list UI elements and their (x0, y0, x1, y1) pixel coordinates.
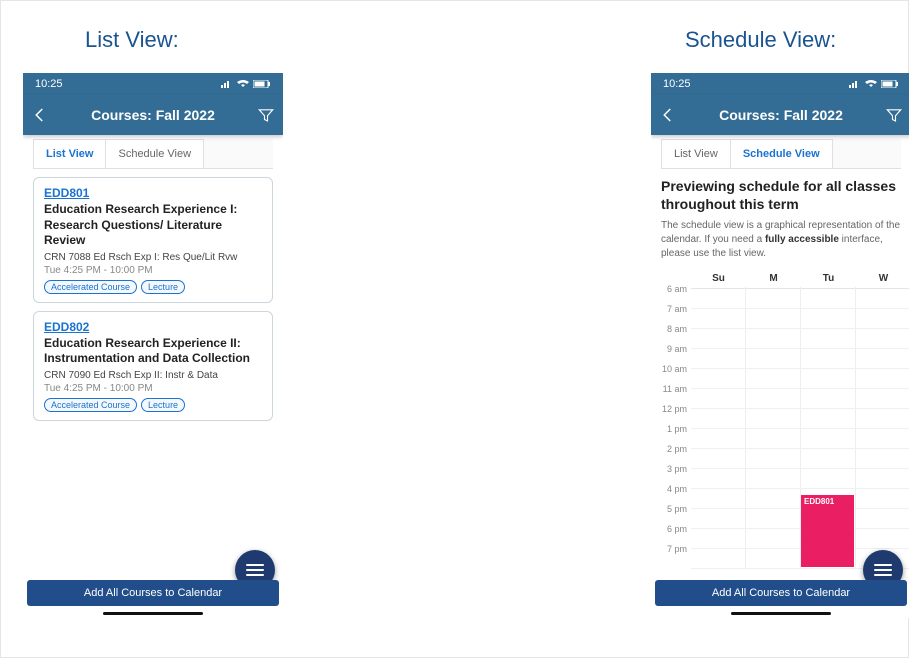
caption-schedule-view: Schedule View: (685, 27, 836, 53)
course-code[interactable]: EDD801 (44, 186, 262, 200)
battery-icon (253, 80, 271, 88)
badge: Lecture (141, 398, 185, 412)
status-time: 10:25 (35, 78, 63, 90)
hour-label: 12 pm (655, 404, 687, 414)
nav-title: Courses: Fall 2022 (677, 107, 885, 123)
course-time: Tue 4:25 PM - 10:00 PM (44, 383, 262, 394)
course-card[interactable]: EDD801 Education Research Experience I: … (33, 177, 273, 303)
menu-icon (246, 574, 264, 576)
status-bar: 10:25 (23, 73, 283, 95)
badges: Accelerated Course Lecture (44, 280, 262, 294)
day-col: W (856, 269, 909, 288)
hour-rows: 6 am7 am8 am9 am10 am11 am12 pm1 pm2 pm3… (691, 289, 909, 569)
day-col: M (746, 269, 801, 288)
hour-label: 7 am (655, 304, 687, 314)
tab-list-view[interactable]: List View (33, 139, 106, 168)
back-icon[interactable] (659, 106, 677, 124)
hour-label: 6 pm (655, 524, 687, 534)
hour-label: 5 pm (655, 504, 687, 514)
filter-icon[interactable] (257, 106, 275, 124)
home-indicator[interactable] (731, 612, 831, 615)
schedule-content: Previewing schedule for all classes thro… (651, 169, 909, 569)
hour-row: 6 pm (691, 529, 909, 549)
hour-row: 8 am (691, 329, 909, 349)
hour-row: 1 pm (691, 429, 909, 449)
wifi-icon (865, 80, 877, 88)
phone-schedule-view: 10:25 Courses: Fall 2022 List View Sched… (651, 73, 909, 618)
filter-icon[interactable] (885, 106, 903, 124)
course-title: Education Research Experience II: Instru… (44, 336, 262, 367)
hour-row: 10 am (691, 369, 909, 389)
hour-row: 5 pm (691, 509, 909, 529)
hour-row: 4 pm (691, 489, 909, 509)
status-time: 10:25 (663, 78, 691, 90)
schedule-event[interactable]: EDD801 (801, 495, 854, 567)
hour-label: 1 pm (655, 424, 687, 434)
menu-icon (874, 564, 892, 566)
add-all-courses-button[interactable]: Add All Courses to Calendar (27, 580, 279, 606)
tabs: List View Schedule View (661, 139, 901, 169)
badges: Accelerated Course Lecture (44, 398, 262, 412)
nav-bar: Courses: Fall 2022 (23, 95, 283, 135)
menu-icon (246, 564, 264, 566)
schedule-note-bold: fully accessible (765, 234, 839, 245)
nav-title: Courses: Fall 2022 (49, 107, 257, 123)
hour-row: 12 pm (691, 409, 909, 429)
status-icons (221, 80, 271, 88)
course-subtitle: CRN 7090 Ed Rsch Exp II: Instr & Data (44, 370, 262, 381)
hour-label: 2 pm (655, 444, 687, 454)
schedule-grid[interactable]: Su M Tu W 6 am7 am8 am9 am10 am11 am12 p… (651, 269, 909, 569)
hour-label: 7 pm (655, 544, 687, 554)
home-indicator[interactable] (103, 612, 203, 615)
hour-label: 11 am (655, 384, 687, 394)
hour-row: 7 am (691, 309, 909, 329)
add-all-courses-button[interactable]: Add All Courses to Calendar (655, 580, 907, 606)
menu-icon (874, 569, 892, 571)
back-icon[interactable] (31, 106, 49, 124)
caption-list-view: List View: (85, 27, 179, 53)
hour-label: 10 am (655, 364, 687, 374)
schedule-heading: Previewing schedule for all classes thro… (651, 177, 909, 213)
signal-icon (221, 80, 233, 88)
tab-schedule-view[interactable]: Schedule View (106, 139, 204, 168)
hour-row: 11 am (691, 389, 909, 409)
hour-row: 2 pm (691, 449, 909, 469)
hour-row: 3 pm (691, 469, 909, 489)
tab-schedule-view[interactable]: Schedule View (731, 139, 833, 168)
status-bar: 10:25 (651, 73, 909, 95)
nav-bar: Courses: Fall 2022 (651, 95, 909, 135)
tab-list-view[interactable]: List View (661, 139, 731, 168)
badge: Lecture (141, 280, 185, 294)
hour-label: 3 pm (655, 464, 687, 474)
status-icons (849, 80, 899, 88)
badge: Accelerated Course (44, 398, 137, 412)
course-list: EDD801 Education Research Experience I: … (23, 169, 283, 437)
hour-row: 6 am (691, 289, 909, 309)
battery-icon (881, 80, 899, 88)
course-time: Tue 4:25 PM - 10:00 PM (44, 265, 262, 276)
course-subtitle: CRN 7088 Ed Rsch Exp I: Res Que/Lit Rvw (44, 252, 262, 263)
schedule-note: The schedule view is a graphical represe… (651, 213, 909, 269)
hour-label: 4 pm (655, 484, 687, 494)
bottom-bar: Add All Courses to Calendar (655, 580, 907, 606)
course-card[interactable]: EDD802 Education Research Experience II:… (33, 311, 273, 421)
signal-icon (849, 80, 861, 88)
phone-list-view: 10:25 Courses: Fall 2022 List View Sched… (23, 73, 283, 618)
tabs: List View Schedule View (33, 139, 273, 169)
day-col: Su (691, 269, 746, 288)
menu-icon (246, 569, 264, 571)
hour-label: 6 am (655, 284, 687, 294)
course-title: Education Research Experience I: Researc… (44, 202, 262, 249)
hour-label: 8 am (655, 324, 687, 334)
wifi-icon (237, 80, 249, 88)
badge: Accelerated Course (44, 280, 137, 294)
hour-label: 9 am (655, 344, 687, 354)
bottom-bar: Add All Courses to Calendar (27, 580, 279, 606)
hour-row: 9 am (691, 349, 909, 369)
menu-icon (874, 574, 892, 576)
day-header-row: Su M Tu W (691, 269, 909, 289)
day-col: Tu (801, 269, 856, 288)
course-code[interactable]: EDD802 (44, 320, 262, 334)
